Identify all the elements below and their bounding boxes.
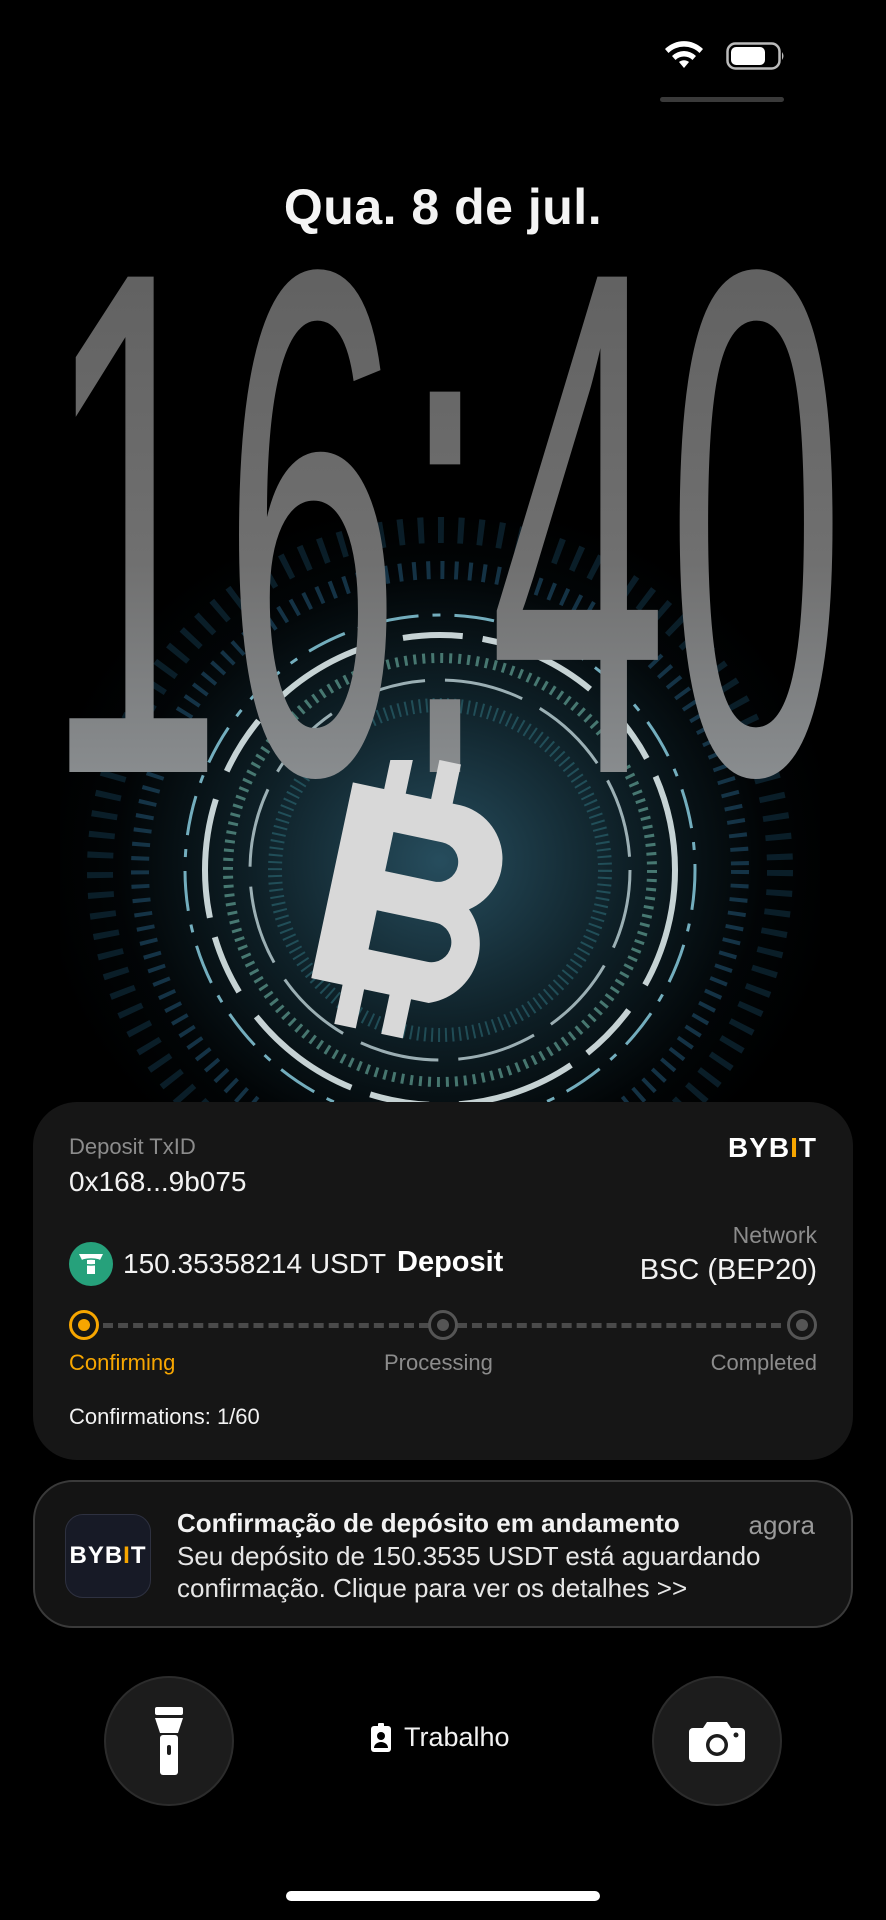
wifi-icon — [665, 41, 703, 68]
bitcoin-icon — [311, 760, 503, 1039]
step-completed-label: Completed — [710, 1350, 817, 1375]
step-processing-dot — [428, 1310, 458, 1340]
status-bar — [664, 40, 786, 72]
bybit-logo: BYBIT — [727, 1132, 817, 1163]
focus-label: Trabalho — [404, 1722, 510, 1752]
notification-body: Seu depósito de 150.3535 USDT está aguar… — [177, 1541, 761, 1603]
status-underline — [660, 97, 784, 102]
txid-label: Deposit TxID — [69, 1134, 196, 1159]
notification-title: Confirmação de depósito em andamento — [177, 1508, 680, 1538]
lock-clock: 16:40 — [45, 232, 845, 792]
camera-icon — [689, 1722, 745, 1762]
flashlight-button[interactable] — [104, 1676, 234, 1806]
network-label: Network — [732, 1222, 817, 1248]
step-connector — [103, 1323, 429, 1328]
battery-icon — [726, 42, 784, 70]
focus-mode[interactable]: Trabalho — [370, 1722, 510, 1753]
clock-digits: 16:40 — [45, 232, 845, 792]
id-badge-icon — [371, 1722, 391, 1752]
deposit-card[interactable]: Deposit TxID 0x168...9b075 BYBIT 150.353… — [33, 1102, 853, 1460]
network-value: BSC (BEP20) — [639, 1254, 817, 1286]
notification[interactable]: BYB I T Confirmação de depósito em andamen… — [33, 1480, 853, 1628]
progress-steps — [69, 1310, 817, 1340]
deposit-amount: 150.35358214 USDT — [123, 1248, 387, 1279]
confirmations-count: Confirmations: 1/60 — [69, 1404, 260, 1429]
step-confirming-dot — [69, 1310, 99, 1340]
step-confirming-label: Confirming — [69, 1350, 176, 1375]
deposit-type: Deposit — [397, 1246, 504, 1278]
step-completed-dot — [787, 1310, 817, 1340]
usdt-icon — [69, 1242, 113, 1286]
step-processing-label: Processing — [384, 1350, 493, 1375]
camera-button[interactable] — [652, 1676, 782, 1806]
home-indicator[interactable] — [286, 1891, 600, 1901]
lock-date: Qua. 8 de jul. — [283, 179, 603, 235]
step-connector — [457, 1323, 781, 1328]
notification-time: agora — [748, 1510, 816, 1540]
txid-value: 0x168...9b075 — [69, 1166, 247, 1197]
bybit-app-icon: BYB I T — [65, 1514, 151, 1598]
flashlight-icon — [155, 1707, 183, 1775]
